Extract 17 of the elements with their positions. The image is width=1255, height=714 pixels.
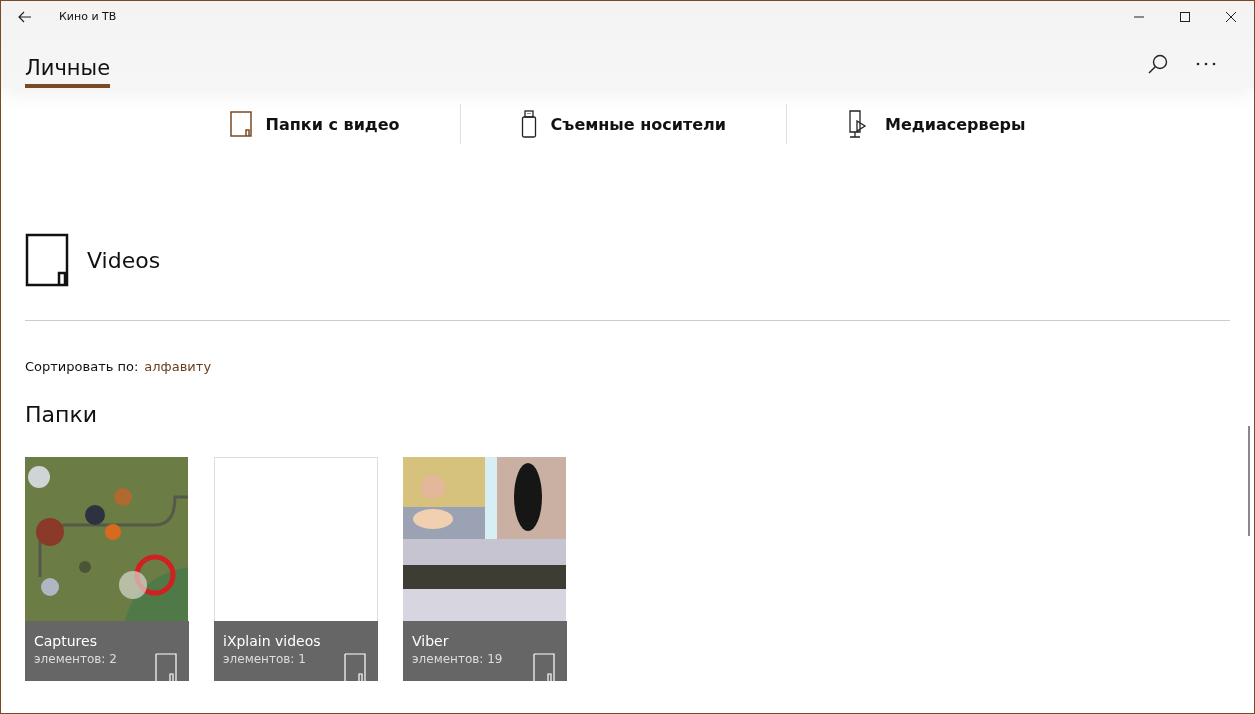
- source-tab[interactable]: Папки с видео: [169, 100, 460, 148]
- source-tab[interactable]: Медиасерверы: [787, 100, 1086, 148]
- folder-card[interactable]: Viber элементов: 19: [403, 457, 567, 681]
- folder-card[interactable]: Captures элементов: 2: [25, 457, 189, 681]
- sort-link[interactable]: алфавиту: [144, 359, 212, 374]
- folder-name: Viber: [412, 633, 450, 649]
- window-title: Кино и ТВ: [59, 10, 117, 23]
- section-heading: Папки: [25, 402, 98, 427]
- folder-name: iXplain videos: [223, 633, 321, 649]
- item-count: элементов: 19: [412, 652, 503, 666]
- library-title: Videos: [87, 247, 161, 273]
- folder-name: Captures: [34, 633, 98, 649]
- sort-label: Сортировать по:: [25, 359, 139, 374]
- tab[interactable]: Личные: [25, 56, 111, 88]
- source-tab[interactable]: Съемные носители: [460, 100, 787, 148]
- item-count: элементов: 1: [223, 652, 307, 666]
- item-count: элементов: 2: [34, 652, 117, 666]
